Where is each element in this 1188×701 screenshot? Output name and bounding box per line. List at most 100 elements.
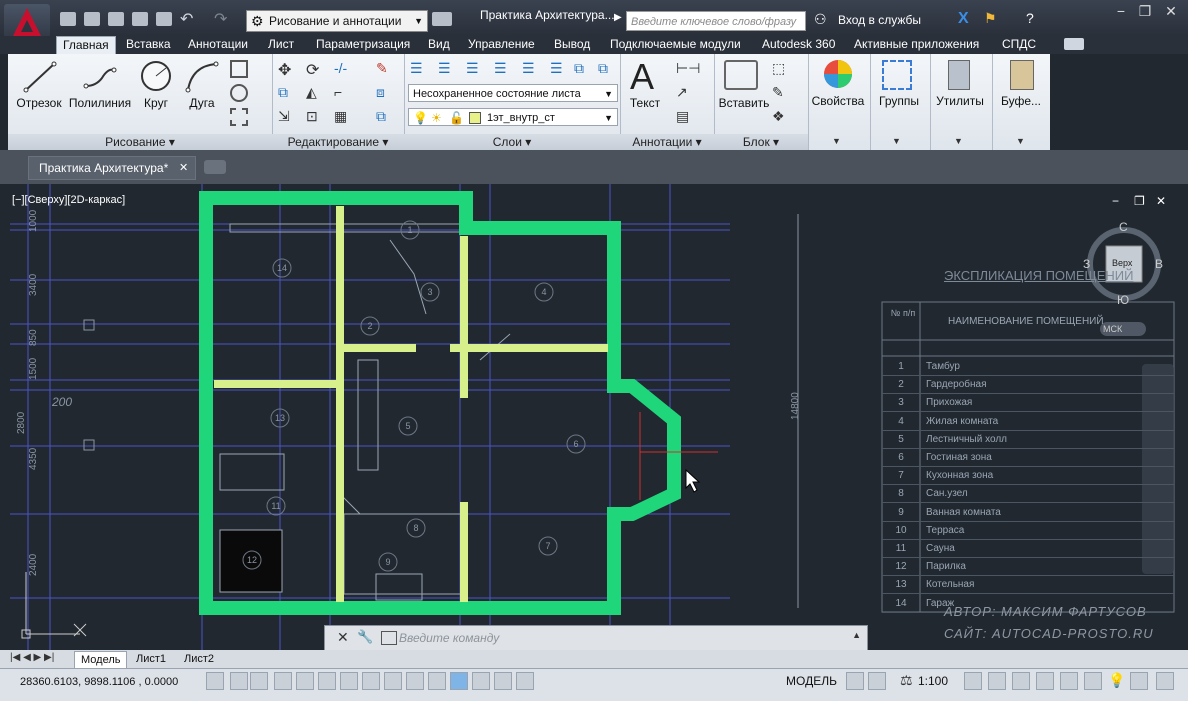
panel-block-title[interactable]: Блок ▾ xyxy=(714,134,808,150)
panel-modify-title[interactable]: Редактирование ▾ xyxy=(272,134,404,150)
new-file-icon[interactable] xyxy=(60,12,76,26)
auto-scale-button[interactable] xyxy=(988,672,1006,690)
polar-button[interactable] xyxy=(296,672,314,690)
circle-tool-icon[interactable] xyxy=(138,58,174,94)
transparency-button[interactable] xyxy=(450,672,468,690)
insert-block-icon[interactable] xyxy=(724,60,758,90)
redo-icon[interactable]: ↷ xyxy=(214,9,227,29)
viewport-controls-label[interactable]: [−][Сверху][2D-каркас] xyxy=(12,194,125,206)
edit-block-icon[interactable]: ✎ xyxy=(772,84,790,102)
polyline-tool-icon[interactable] xyxy=(82,60,118,94)
mirror-icon[interactable]: ◭ xyxy=(306,84,324,102)
create-block-icon[interactable]: ⬚ xyxy=(772,60,790,78)
expand-arrow-icon[interactable]: ▶ xyxy=(614,12,622,23)
sign-in-button[interactable]: Вход в службы xyxy=(838,13,921,27)
offset-icon[interactable]: ⧉ xyxy=(376,108,394,126)
tab-featured-apps[interactable]: Активные приложения xyxy=(848,36,985,54)
stretch-icon[interactable]: ⇲ xyxy=(278,108,296,126)
scale-icon[interactable]: ⊡ xyxy=(306,108,324,126)
chevron-up-icon[interactable]: ▲ xyxy=(852,630,861,640)
exchange-icon[interactable]: X xyxy=(958,10,969,28)
rectangle-tool-icon[interactable] xyxy=(230,60,248,78)
close-icon[interactable]: ✕ xyxy=(337,629,349,646)
layer-freeze-icon[interactable]: ☰ xyxy=(494,60,512,78)
group-icon[interactable] xyxy=(882,60,912,90)
tab-autodesk360[interactable]: Autodesk 360 xyxy=(756,36,841,54)
undo-icon[interactable]: ↶ xyxy=(180,9,193,29)
tab-manage[interactable]: Управление xyxy=(462,36,541,54)
tab-parametric[interactable]: Параметризация xyxy=(310,36,416,54)
erase-icon[interactable]: ✎ xyxy=(376,60,394,78)
table-icon[interactable]: ▤ xyxy=(676,108,694,126)
cart-icon[interactable]: ⚑ xyxy=(984,10,997,27)
close-button[interactable]: ✕ xyxy=(1158,2,1184,22)
quick-view-drawings-button[interactable] xyxy=(868,672,886,690)
restore-button[interactable]: ❐ xyxy=(1132,2,1158,22)
polyline-tool-label[interactable]: Полилиния xyxy=(64,96,136,110)
hatch-tool-icon[interactable] xyxy=(230,84,248,102)
ribbon-toggle-icon[interactable] xyxy=(1064,38,1084,50)
leader-icon[interactable]: ↗ xyxy=(676,84,694,102)
panel-layers-title[interactable]: Слои ▾ xyxy=(404,134,620,150)
array-icon[interactable]: ▦ xyxy=(334,108,352,126)
workspace-select[interactable]: ⚙ Рисование и аннотации ▼ xyxy=(246,10,428,32)
chevron-down-icon[interactable]: ▼ xyxy=(1016,136,1025,146)
chevron-down-icon[interactable]: ▼ xyxy=(832,136,841,146)
command-line[interactable]: ✕ 🔧 Введите команду ▲ xyxy=(324,625,868,651)
ortho-button[interactable] xyxy=(274,672,292,690)
help-icon[interactable]: ? xyxy=(1026,10,1034,26)
save-as-icon[interactable] xyxy=(132,12,148,26)
text-tool-label[interactable]: Текст xyxy=(622,96,668,110)
tab-model[interactable]: Модель xyxy=(74,651,128,669)
linear-dimension-icon[interactable]: ⊢⊣ xyxy=(676,60,700,78)
line-tool-icon[interactable] xyxy=(22,60,58,94)
ducs-button[interactable] xyxy=(384,672,402,690)
arc-tool-icon[interactable] xyxy=(184,60,220,94)
workspace-switching-button[interactable] xyxy=(1012,672,1030,690)
isolate-objects-button[interactable] xyxy=(1084,672,1102,690)
annotation-monitor-button[interactable] xyxy=(516,672,534,690)
panel-draw-title[interactable]: Рисование ▾ xyxy=(8,134,272,150)
command-input[interactable]: Введите команду xyxy=(399,626,499,650)
properties-label[interactable]: Свойства xyxy=(808,94,868,108)
quick-properties-button[interactable] xyxy=(472,672,490,690)
viewport-restore-icon[interactable]: ❐ xyxy=(1134,194,1145,208)
binoculars-icon[interactable]: ⚇ xyxy=(814,11,827,28)
layer-select[interactable]: 💡 ☀ 🔓 1эт_внутр_ст ▼ xyxy=(408,108,618,126)
chevron-down-icon[interactable]: ▼ xyxy=(892,136,901,146)
file-tab[interactable]: Практика Архитектура* ✕ xyxy=(28,156,196,180)
properties-icon[interactable] xyxy=(822,58,854,90)
annotation-scale-select[interactable]: 1:100 xyxy=(918,674,948,688)
minimize-button[interactable]: − xyxy=(1108,2,1134,22)
wrench-icon[interactable]: 🔧 xyxy=(357,629,373,645)
fillet-icon[interactable]: ⌐ xyxy=(334,84,352,102)
workspace-menu-icon[interactable] xyxy=(432,12,452,26)
annotation-visibility-button[interactable] xyxy=(964,672,982,690)
move-icon[interactable]: ✥ xyxy=(278,60,296,79)
line-tool-label[interactable]: Отрезок xyxy=(12,96,66,110)
utilities-label[interactable]: Утилиты xyxy=(932,94,988,108)
search-input[interactable]: Введите ключевое слово/фразу xyxy=(626,11,806,31)
block-attributes-icon[interactable]: ❖ xyxy=(772,108,790,126)
save-icon[interactable] xyxy=(108,12,124,26)
trim-icon[interactable]: -/- xyxy=(334,60,352,78)
layer-walk-icon[interactable]: ⧉ xyxy=(574,60,592,78)
quick-view-layouts-button[interactable] xyxy=(846,672,864,690)
circle-tool-label[interactable]: Круг xyxy=(136,96,176,110)
viewport-close-icon[interactable]: ✕ xyxy=(1156,194,1166,208)
open-file-icon[interactable] xyxy=(84,12,100,26)
infer-constraints-button[interactable] xyxy=(206,672,224,690)
chevron-down-icon[interactable]: ▼ xyxy=(954,136,963,146)
tab-home[interactable]: Главная xyxy=(56,36,116,55)
copy-icon[interactable]: ⧉ xyxy=(278,84,296,102)
clipboard-label[interactable]: Буфе... xyxy=(994,94,1048,108)
snap-button[interactable] xyxy=(230,672,248,690)
selection-cycling-button[interactable] xyxy=(494,672,512,690)
tab-output[interactable]: Вывод xyxy=(548,36,596,54)
close-icon[interactable]: ✕ xyxy=(179,157,188,179)
viewcube-south[interactable]: Ю xyxy=(1117,293,1129,307)
customization-button[interactable] xyxy=(1130,672,1148,690)
tab-plugins[interactable]: Подключаемые модули xyxy=(604,36,747,54)
tab-sheet1[interactable]: Лист1 xyxy=(130,651,172,667)
text-tool-icon[interactable]: A xyxy=(630,56,654,98)
